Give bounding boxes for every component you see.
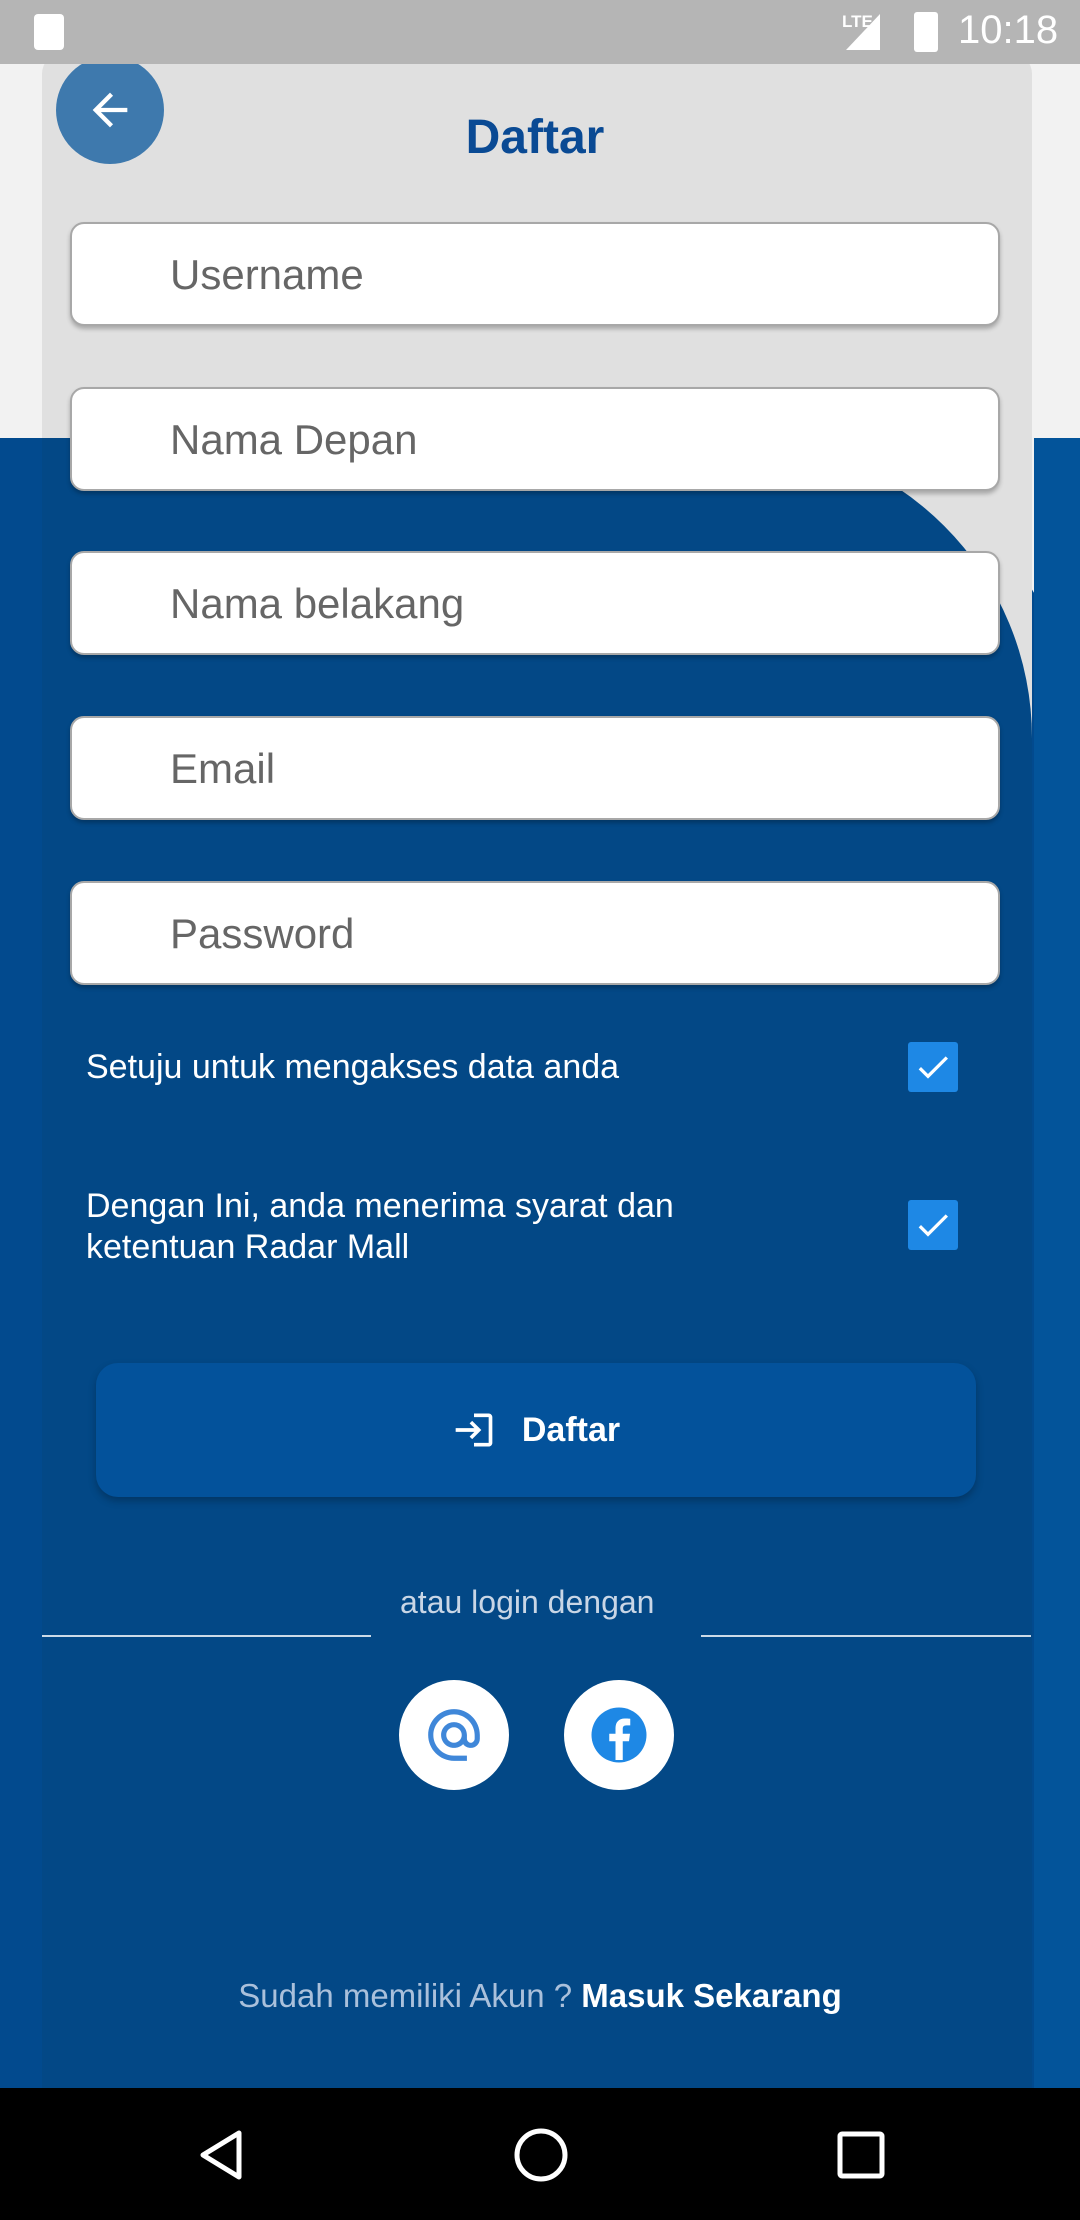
last-name-field[interactable] — [70, 551, 1000, 655]
background-edge — [1034, 438, 1080, 2088]
page-title: Daftar — [465, 111, 605, 164]
facebook-login-button[interactable] — [564, 1680, 674, 1790]
network-type: LTE — [842, 12, 873, 31]
triangle-back-icon — [200, 2130, 242, 2180]
facebook-icon — [591, 1707, 647, 1763]
first-name-input[interactable] — [168, 389, 972, 491]
square-recents-icon — [837, 2131, 885, 2179]
check-icon — [918, 1056, 948, 1079]
login-prompt-text: Sudah memiliki Akun ? — [238, 1977, 573, 2014]
navigation-bar — [0, 2088, 1080, 2220]
last-name-input[interactable] — [168, 553, 972, 655]
email-login-button[interactable] — [399, 1680, 509, 1790]
register-button[interactable]: Daftar — [96, 1363, 976, 1497]
first-name-field[interactable] — [70, 387, 1000, 491]
divider-right — [701, 1635, 1031, 1637]
sd-card-icon — [34, 14, 64, 50]
terms-checkbox[interactable] — [908, 1200, 958, 1250]
battery-icon — [914, 12, 938, 52]
clock: 10:18 — [958, 8, 1059, 52]
consent-data-checkbox[interactable] — [908, 1042, 958, 1092]
login-icon — [455, 1413, 493, 1447]
email-icon — [428, 1709, 480, 1761]
status-bar: LTE 10:18 — [0, 0, 1080, 64]
password-field[interactable] — [70, 881, 1000, 985]
divider-left — [42, 1635, 371, 1637]
username-field[interactable] — [70, 222, 1000, 326]
nav-back-button[interactable] — [186, 2120, 256, 2190]
login-now-link[interactable]: Masuk Sekarang — [581, 1977, 841, 2014]
nav-home-button[interactable] — [506, 2120, 576, 2190]
email-input[interactable] — [168, 718, 972, 820]
email-field[interactable] — [70, 716, 1000, 820]
divider-text: atau login dengan — [400, 1584, 655, 1620]
circle-home-icon — [514, 2128, 568, 2182]
terms-label: Dengan Ini, anda menerima syarat dan ket… — [86, 1187, 674, 1266]
check-icon — [918, 1214, 948, 1237]
nav-recents-button[interactable] — [826, 2120, 896, 2190]
username-input[interactable] — [168, 224, 972, 326]
password-input[interactable] — [168, 883, 972, 985]
consent-data-label: Setuju untuk mengakses data anda — [86, 1048, 620, 1086]
register-button-label: Daftar — [521, 1410, 621, 1449]
login-prompt: Sudah memiliki Akun ? Masuk Sekarang — [0, 1977, 1080, 2015]
